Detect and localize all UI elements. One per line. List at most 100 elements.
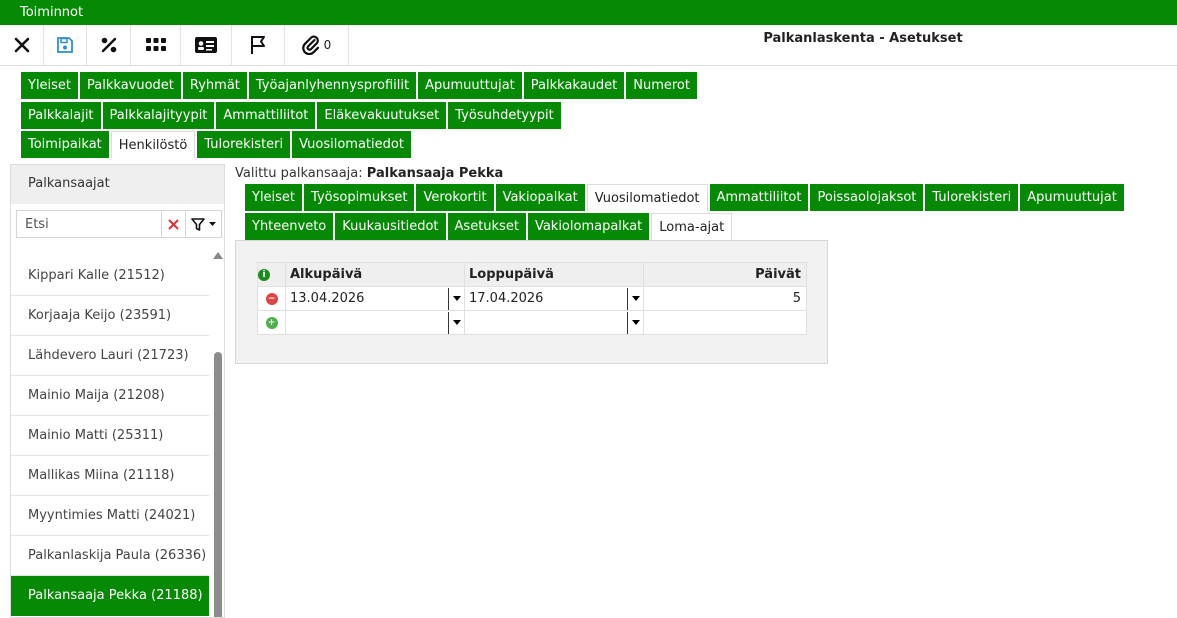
main-tabs-row-1: Yleiset Palkkavuodet Ryhmät Työajanlyhen… (21, 72, 697, 99)
tab-tulorekisteri[interactable]: Tulorekisteri (197, 131, 291, 158)
save-button[interactable] (44, 25, 87, 65)
subtab-yhteenveto[interactable]: Yhteenveto (245, 213, 334, 240)
close-button[interactable] (0, 25, 44, 65)
save-icon (57, 37, 73, 53)
info-icon[interactable]: i (258, 268, 270, 281)
attachments-button[interactable]: 0 (285, 25, 349, 65)
tab-henkilosto[interactable]: Henkilöstö (110, 131, 196, 158)
list-item[interactable]: Mainio Matti (25311) (11, 416, 209, 456)
flag-button[interactable] (232, 25, 285, 65)
topbar: Toiminnot (0, 0, 1177, 25)
list-item[interactable]: Mainio Maija (21208) (11, 376, 209, 416)
subtab-vakiopalkat[interactable]: Vakiopalkat (495, 184, 585, 211)
column-header-start[interactable]: Alkupäivä (285, 262, 465, 287)
filter-button[interactable] (185, 211, 221, 237)
remove-cell: − (257, 286, 286, 311)
list-item[interactable]: Palkanlaskija Paula (26336) (11, 536, 209, 576)
list-item[interactable]: Kippari Kalle (21512) (11, 256, 209, 296)
table-row: − 13.04.2026 17.04.2026 5 (257, 286, 807, 311)
subtab-verokortit[interactable]: Verokortit (416, 184, 494, 211)
tab-tyoajanlyhennysprofiilit[interactable]: Työajanlyhennysprofiilit (248, 72, 417, 99)
search-input[interactable] (17, 211, 161, 237)
sub-tabs-row-1: Yleiset Työsopimukset Verokortit Vakiopa… (245, 184, 1124, 211)
id-card-button[interactable] (181, 25, 232, 65)
tab-palkkalajit[interactable]: Palkkalajit (21, 102, 101, 129)
column-header-end[interactable]: Loppupäivä (464, 262, 644, 287)
info-header-cell: i (257, 262, 286, 287)
subtab-kuukausitiedot[interactable]: Kuukausitiedot (335, 213, 446, 240)
filter-icon (191, 217, 205, 231)
subtab-yleiset[interactable]: Yleiset (245, 184, 303, 211)
tab-palkkalajityypit[interactable]: Palkkalajityypit (102, 102, 215, 129)
subtab-vuosilomatiedot[interactable]: Vuosilomatiedot (586, 184, 708, 211)
date-dropdown-button[interactable] (448, 287, 464, 310)
tab-elakevakuutukset[interactable]: Eläkevakuutukset (317, 102, 447, 129)
flag-icon (251, 36, 265, 54)
scroll-thumb[interactable] (214, 352, 222, 617)
subtab-poissaolojaksot[interactable]: Poissaolojaksot (810, 184, 924, 211)
add-row-icon[interactable]: + (265, 316, 278, 329)
main-tabs-row-3: Toimipaikat Henkilöstö Tulorekisteri Vuo… (21, 131, 411, 158)
scrollbar[interactable] (213, 252, 223, 617)
start-date-cell[interactable]: 13.04.2026 (285, 286, 465, 311)
tab-ammattiliitot[interactable]: Ammattiliitot (216, 102, 316, 129)
tab-apumuuttujat[interactable]: Apumuuttujat (418, 72, 522, 99)
selected-employee-name: Palkansaaja Pekka (366, 166, 504, 181)
add-cell: + (257, 310, 286, 335)
toolbar: 0 Palkanlaskenta - Asetukset (0, 25, 1177, 66)
subtab-tyosopimukset[interactable]: Työsopimukset (304, 184, 415, 211)
vacation-periods-panel: i Alkupäivä Loppupäivä Päivät − 13.04.20… (235, 240, 828, 364)
close-icon (14, 37, 29, 53)
new-end-date-cell[interactable] (464, 310, 644, 335)
percent-button[interactable] (87, 25, 131, 65)
date-dropdown-button[interactable] (627, 287, 643, 310)
employee-sidebar: Palkansaajat Kippari Kalle (21512) Korja… (10, 164, 225, 618)
subtab-apumuuttujat[interactable]: Apumuuttujat (1020, 184, 1124, 211)
list-item[interactable]: Korjaaja Keijo (23591) (11, 296, 209, 336)
days-cell[interactable]: 5 (643, 286, 807, 311)
date-dropdown-button[interactable] (627, 311, 643, 334)
tab-tyosuhdetyypit[interactable]: Työsuhdetyypit (448, 102, 561, 129)
scroll-up-arrow-icon[interactable] (213, 252, 223, 259)
id-card-icon (195, 37, 217, 53)
subtab-vakiolomapalkat[interactable]: Vakiolomapalkat (527, 213, 650, 240)
end-date-value[interactable]: 17.04.2026 (469, 291, 543, 306)
selected-employee-label: Valittu palkansaaja: (235, 166, 363, 181)
tab-ryhmat[interactable]: Ryhmät (182, 72, 247, 99)
tab-numerot[interactable]: Numerot (626, 72, 697, 99)
chevron-down-icon (452, 296, 461, 301)
tab-palkkavuodet[interactable]: Palkkavuodet (80, 72, 181, 99)
new-days-cell[interactable] (643, 310, 807, 335)
tab-vuosilomatiedot[interactable]: Vuosilomatiedot (292, 131, 411, 158)
tab-toimipaikat[interactable]: Toimipaikat (21, 131, 109, 158)
remove-row-icon[interactable]: − (265, 292, 278, 305)
new-start-date-cell[interactable] (285, 310, 465, 335)
tab-yleiset[interactable]: Yleiset (21, 72, 79, 99)
topbar-title[interactable]: Toiminnot (20, 5, 83, 20)
paperclip-icon (301, 35, 319, 55)
date-dropdown-button[interactable] (448, 311, 464, 334)
tab-palkkakaudet[interactable]: Palkkakaudet (523, 72, 625, 99)
new-row: + (257, 310, 807, 335)
list-item[interactable]: Mallikas Miina (21118) (11, 456, 209, 496)
subtab-asetukset[interactable]: Asetukset (447, 213, 526, 240)
page-title: Palkanlaskenta - Asetukset (763, 31, 963, 46)
list-item-selected[interactable]: Palkansaaja Pekka (21188) (11, 576, 209, 616)
subtab-tulorekisteri[interactable]: Tulorekisteri (925, 184, 1019, 211)
grid-icon (145, 38, 166, 51)
subtab-loma-ajat[interactable]: Loma-ajat (651, 213, 733, 240)
main-tabs-row-2: Palkkalajit Palkkalajityypit Ammattiliit… (21, 102, 561, 129)
selected-employee: Valittu palkansaaja: Palkansaaja Pekka (235, 166, 503, 181)
list-item[interactable]: Myyntimies Matti (24021) (11, 496, 209, 536)
column-header-days[interactable]: Päivät (643, 262, 807, 287)
grid-button[interactable] (131, 25, 181, 65)
clear-search-button[interactable] (161, 211, 185, 237)
subtab-ammattiliitot[interactable]: Ammattiliitot (709, 184, 809, 211)
close-icon (168, 218, 179, 230)
list-item[interactable]: Lähdevero Lauri (21723) (11, 336, 209, 376)
chevron-down-icon (631, 296, 640, 301)
start-date-value[interactable]: 13.04.2026 (290, 291, 364, 306)
search-box (16, 210, 222, 238)
employee-list: Kippari Kalle (21512) Korjaaja Keijo (23… (11, 256, 209, 616)
end-date-cell[interactable]: 17.04.2026 (464, 286, 644, 311)
